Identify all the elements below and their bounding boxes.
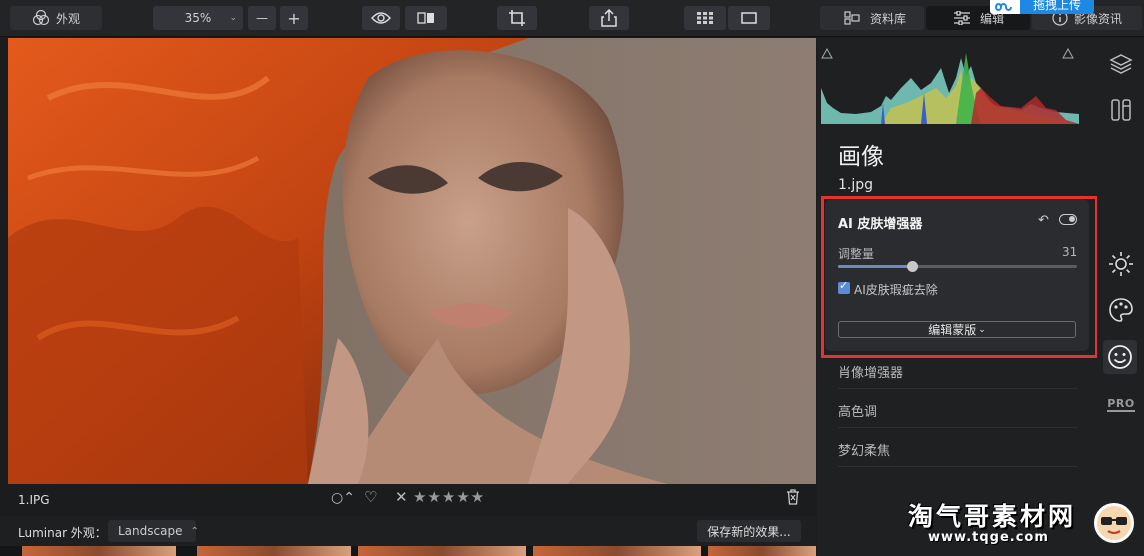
highlight-box (821, 196, 1098, 358)
library-icon (844, 11, 860, 25)
watermark: 淘气哥素材网 www.tqge.com (900, 495, 1144, 556)
photo-canvas[interactable] (8, 38, 816, 484)
canvas-tools-icon[interactable] (1107, 96, 1135, 124)
watermark-text: 淘气哥素材网 (908, 502, 1077, 531)
look-thumbnail[interactable] (533, 546, 701, 556)
single-view-button[interactable] (728, 6, 770, 30)
portrait-face-icon[interactable] (1103, 340, 1137, 374)
layers-icon[interactable] (1107, 50, 1135, 78)
save-look-button[interactable]: 保存新的效果... (697, 520, 801, 542)
sliders-icon (954, 11, 970, 25)
label-circle-icon[interactable]: ○⌃ (331, 490, 355, 506)
divider (838, 427, 1078, 428)
essentials-sun-icon[interactable] (1107, 250, 1135, 278)
section-title: 画像 (838, 144, 884, 170)
split-view-icon (417, 12, 434, 24)
top-toolbar: 外观 35% ⌄ — + 资料库 编辑 影像资讯 拖拽上传 (0, 0, 1144, 37)
upload-badge[interactable]: 拖拽上传 (990, 0, 1094, 14)
looks-label: 外观 (55, 11, 80, 26)
tool-item-dreamy-soft-focus[interactable]: 梦幻柔焦 (838, 440, 890, 459)
trash-icon[interactable] (786, 489, 800, 509)
chevron-down-icon: ⌄ (229, 13, 237, 23)
luminar-looks-label: Luminar 外观： (18, 526, 107, 540)
histogram (821, 48, 1079, 124)
share-icon (601, 9, 617, 27)
look-thumbnail[interactable] (22, 546, 176, 556)
look-thumbnail[interactable] (197, 546, 351, 556)
preview-button[interactable] (362, 6, 400, 30)
panel-file-name: 1.jpg (838, 177, 874, 193)
heart-icon[interactable]: ♡ (364, 488, 377, 506)
zoom-in-button[interactable]: + (280, 6, 308, 30)
share-button[interactable] (589, 6, 629, 30)
reject-icon[interactable]: ✕ (395, 488, 408, 506)
looks-icon (32, 9, 50, 26)
preset-select[interactable]: Landscape ⌃ (108, 520, 199, 542)
watermark-logo-icon (1092, 501, 1136, 545)
rating-stars[interactable]: ★★★★★ (413, 488, 485, 506)
portrait-photo (8, 38, 816, 484)
pro-label: PRO (1107, 396, 1135, 412)
single-image-icon (741, 12, 757, 24)
pro-tools-button[interactable]: PRO (1107, 390, 1135, 418)
image-info-bar: 1.IPG ○⌃ ♡ ✕ ★★★★★ (8, 484, 816, 514)
upload-label: 拖拽上传 (1020, 0, 1094, 14)
looks-bar: Luminar 外观： Landscape ⌃ 保存新的效果... (0, 516, 816, 546)
look-thumbnail[interactable] (358, 546, 526, 556)
divider (838, 388, 1078, 389)
looks-thumbnails (0, 546, 816, 556)
crop-button[interactable] (497, 6, 537, 30)
tool-item-portrait-enhancer[interactable]: 肖像增强器 (838, 362, 903, 381)
upload-logo-icon (990, 0, 1020, 14)
tab-library[interactable]: 资料库 (820, 6, 924, 30)
grid-view-button[interactable] (684, 6, 726, 30)
zoom-out-button[interactable]: — (248, 6, 276, 30)
grid-icon (697, 12, 713, 24)
creative-palette-icon[interactable] (1107, 296, 1135, 324)
tool-item-high-key[interactable]: 高色调 (838, 401, 877, 420)
zoom-value: 35% (184, 11, 212, 25)
divider (838, 466, 1078, 467)
image-filename: 1.IPG (18, 493, 50, 507)
watermark-url: www.tqge.com (928, 530, 1049, 545)
looks-button[interactable]: 外观 (10, 6, 102, 30)
compare-button[interactable] (405, 6, 447, 30)
crop-icon (509, 10, 525, 26)
chevron-up-icon: ⌃ (190, 525, 199, 537)
zoom-select[interactable]: 35% ⌄ (153, 6, 243, 30)
eye-icon (371, 12, 391, 24)
look-thumbnail[interactable] (708, 546, 816, 556)
